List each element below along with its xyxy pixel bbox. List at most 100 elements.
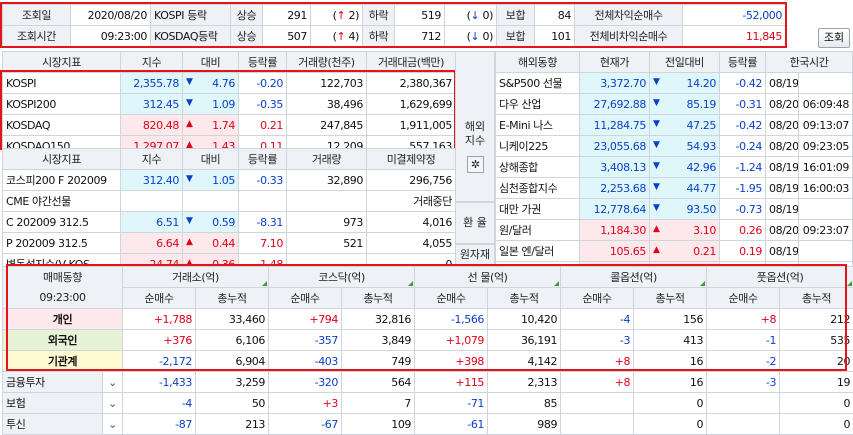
gear-icon[interactable]: ✲ [467, 156, 484, 173]
world-date: 08/19 [766, 199, 799, 220]
investor-row[interactable]: 외국인+3766,106-3573,849+1,07936,191-3413-1… [3, 330, 853, 351]
side-tabs: 해외 지수 ✲ 환 율 원자재 [455, 51, 495, 265]
investor-name[interactable]: 금융투자 [3, 372, 103, 393]
world-price: 3,372.70 [580, 73, 650, 94]
nonarb-label: 전체비차익순매수 [575, 26, 683, 47]
investor-value: -1,433 [123, 372, 196, 393]
world-change: ▼14.20 [650, 73, 720, 94]
market-name[interactable]: KOSPI [3, 73, 121, 94]
market-name[interactable]: KOSDAQ [3, 115, 121, 136]
world-time: 09:23:07 [799, 220, 853, 241]
world-row[interactable]: 다우 산업27,692.88▼85.19-0.3108/2006:09:48 [496, 94, 853, 115]
investor-name[interactable]: 보험 [3, 393, 103, 414]
world-row[interactable]: 니케이22523,055.68▼54.93-0.2408/2009:23:05 [496, 136, 853, 157]
investor-sub-header: 순매수 [415, 288, 488, 309]
investor-row[interactable]: 보험⌄-450+37-718500 [3, 393, 853, 414]
investor-value: -61 [415, 414, 488, 435]
world-row[interactable]: 상해종합3,408.13▼42.96-1.2408/1916:01:09 [496, 157, 853, 178]
down-triangle-icon: ▼ [186, 216, 193, 226]
world-name[interactable]: 상해종합 [496, 157, 580, 178]
tab-overseas[interactable]: 해외 지수 ✲ [455, 51, 495, 202]
down-arrow-icon: ↓ [471, 9, 480, 22]
derivative-row[interactable]: P 202009 312.56.64▲0.447.105214,055 [3, 233, 456, 254]
world-row[interactable]: S&P500 선물3,372.70▼14.20-0.4208/19 [496, 73, 853, 94]
investor-name[interactable]: 외국인 [3, 330, 123, 351]
derivative-name[interactable]: P 202009 312.5 [3, 233, 121, 254]
derivative-name[interactable]: CME 야간선물 [3, 191, 121, 212]
mkt-header: 거래대금(백만) [367, 52, 456, 73]
kospi-down-count: 519 [395, 5, 445, 26]
date-value[interactable]: 2020/08/20 [71, 5, 151, 26]
world-name[interactable]: 일본 엔/달러 [496, 241, 580, 262]
tab-fx[interactable]: 환 율 [455, 202, 495, 244]
down-triangle-icon: ▼ [653, 98, 660, 108]
tab-commodity[interactable]: 원자재 [455, 244, 495, 265]
dropdown-chevron-icon[interactable]: ⌄ [103, 393, 123, 414]
world-rate: -0.73 [720, 199, 766, 220]
world-name[interactable]: 대만 가권 [496, 199, 580, 220]
world-row[interactable]: 대만 가권12,778.64▼93.50-0.7308/19 [496, 199, 853, 220]
investor-name[interactable]: 투신 [3, 414, 103, 435]
investor-row[interactable]: 금융투자⌄-1,4333,259-320564+1152,313+816-319 [3, 372, 853, 393]
investor-value: 32,816 [342, 309, 415, 330]
investor-value: 3,259 [196, 372, 269, 393]
investor-value: -1,566 [415, 309, 488, 330]
investor-row[interactable]: 투신⌄-87213-67109-6198900 [3, 414, 853, 435]
investor-group-header[interactable]: 거래소(억) [123, 267, 269, 288]
investor-group-header[interactable]: 풋옵션(억) [707, 267, 853, 288]
time-value[interactable]: 09:23:00 [71, 26, 151, 47]
world-price: 23,055.68 [580, 136, 650, 157]
investor-sub-header: 총누적 [634, 288, 707, 309]
market-row[interactable]: KOSDAQ820.48▲1.740.21247,8451,911,005 [3, 115, 456, 136]
market-name[interactable]: KOSPI200 [3, 94, 121, 115]
investor-name[interactable]: 기관계 [3, 351, 123, 372]
derivative-name[interactable]: C 202009 312.5 [3, 212, 121, 233]
investor-group-header[interactable]: 코스닥(억) [269, 267, 415, 288]
market-index: 2,355.78 [121, 73, 183, 94]
market-row[interactable]: KOSPI200312.45▼1.09-0.3538,4961,629,699 [3, 94, 456, 115]
world-name[interactable]: 심천종합지수 [496, 178, 580, 199]
world-rate: -1.95 [720, 178, 766, 199]
derivative-rate: -8.31 [239, 212, 287, 233]
derivative-index: 6.51 [121, 212, 183, 233]
investor-group-header[interactable]: 콜옵션(억) [561, 267, 707, 288]
world-row[interactable]: E-Mini 나스11,284.75▼47.25-0.4208/2009:13:… [496, 115, 853, 136]
kosdaq-downlimit: (↓ 0) [445, 26, 497, 47]
derivative-name[interactable]: 코스피200 F 202009 [3, 170, 121, 191]
investor-row[interactable]: 개인+1,78833,460+79432,816-1,56610,420-415… [3, 309, 853, 330]
world-row[interactable]: 원/달러1,184.30▲3.100.2608/2009:23:07 [496, 220, 853, 241]
derivative-row[interactable]: C 202009 312.56.51▼0.59-8.319734,016 [3, 212, 456, 233]
world-name[interactable]: E-Mini 나스 [496, 115, 580, 136]
derivative-index [121, 191, 183, 212]
investor-value: +8 [561, 372, 634, 393]
investor-value: 564 [342, 372, 415, 393]
investor-value: 4,142 [488, 351, 561, 372]
investor-sub-header: 총누적 [196, 288, 269, 309]
world-price: 3,408.13 [580, 157, 650, 178]
dropdown-chevron-icon[interactable]: ⌄ [103, 414, 123, 435]
derivative-row[interactable]: CME 야간선물거래중단 [3, 191, 456, 212]
world-rate: -0.42 [720, 115, 766, 136]
world-row[interactable]: 일본 엔/달러105.65▲0.210.1908/19 [496, 241, 853, 262]
derivative-row[interactable]: 코스피200 F 202009312.40▼1.05-0.3332,890296… [3, 170, 456, 191]
investor-name[interactable]: 개인 [3, 309, 123, 330]
investor-group-header[interactable]: 선 물(억) [415, 267, 561, 288]
world-header: 한국시간 [766, 52, 853, 73]
dropdown-chevron-icon[interactable]: ⌄ [103, 372, 123, 393]
mkt-header: 등락률 [239, 52, 287, 73]
investor-value: 212 [780, 309, 853, 330]
investor-value: -1 [707, 330, 780, 351]
world-row[interactable]: 심천종합지수2,253.68▼44.77-1.9508/1916:00:03 [496, 178, 853, 199]
market-index: 312.45 [121, 94, 183, 115]
market-row[interactable]: KOSPI2,355.78▼4.76-0.20122,7032,380,367 [3, 73, 456, 94]
world-name[interactable]: 다우 산업 [496, 94, 580, 115]
der-header: 대비 [183, 149, 239, 170]
world-rate: -0.24 [720, 136, 766, 157]
world-header: 현재가 [580, 52, 650, 73]
investor-row[interactable]: 기관계-2,1726,904-403749+3984,142+816-220 [3, 351, 853, 372]
world-name[interactable]: 니케이225 [496, 136, 580, 157]
sort-corner-icon [847, 281, 852, 286]
world-name[interactable]: 원/달러 [496, 220, 580, 241]
world-name[interactable]: S&P500 선물 [496, 73, 580, 94]
query-button[interactable]: 조회 [818, 28, 850, 48]
